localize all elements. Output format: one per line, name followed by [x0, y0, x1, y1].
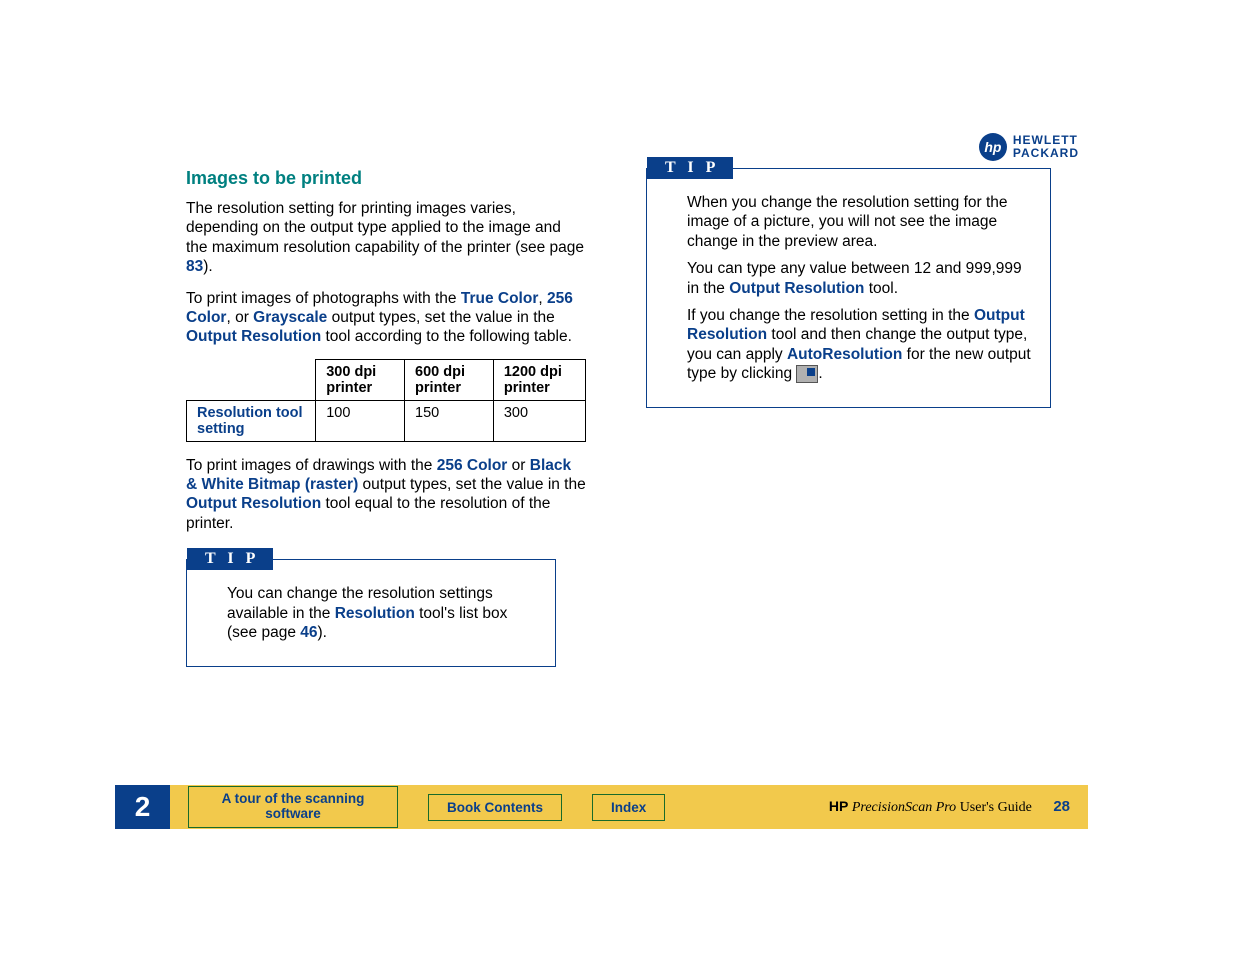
hp-logo-text: HEWLETT PACKARD	[1013, 134, 1079, 160]
link-grayscale[interactable]: Grayscale	[253, 309, 327, 326]
btn-tour-scanning-software[interactable]: A tour of the scanning software	[188, 786, 398, 828]
p1-text-a: The resolution setting for printing imag…	[186, 200, 584, 256]
link-256-color-2[interactable]: 256 Color	[437, 457, 508, 474]
footer-bar: 2 A tour of the scanning software Book C…	[115, 785, 1088, 829]
tip2-p3-d: .	[818, 365, 822, 382]
page-number: 28	[1053, 798, 1070, 815]
btn-book-contents[interactable]: Book Contents	[428, 794, 562, 821]
hp-logo-mark: hp	[979, 133, 1007, 161]
p3-b: output types, set the value in the	[358, 476, 585, 493]
section-heading: Images to be printed	[186, 168, 586, 189]
p2-a: To print images of photographs with the	[186, 290, 461, 307]
table-empty-corner	[187, 359, 316, 400]
paragraph-intro: The resolution setting for printing imag…	[186, 199, 586, 277]
tip-label: T I P	[187, 548, 273, 570]
tip-box-left: T I P You can change the resolution sett…	[186, 559, 556, 667]
resolution-table: 300 dpi printer 600 dpi printer 1200 dpi…	[186, 359, 586, 442]
tip1-text: You can change the resolution settings a…	[227, 584, 537, 642]
col-600dpi: 600 dpi printer	[405, 359, 494, 400]
tip-label-2: T I P	[647, 157, 733, 179]
paragraph-photos: To print images of photographs with the …	[186, 289, 586, 347]
link-true-color[interactable]: True Color	[461, 290, 539, 307]
cell-100: 100	[316, 400, 405, 441]
cell-150: 150	[405, 400, 494, 441]
logo-line2: PACKARD	[1013, 147, 1079, 160]
p2-b: output types, set the value in the	[327, 309, 554, 326]
p2-c: tool according to the following table.	[321, 328, 572, 345]
p1-text-b: ).	[203, 258, 212, 275]
chapter-number: 2	[115, 785, 170, 829]
page-link-46[interactable]: 46	[300, 624, 317, 641]
link-output-resolution-3[interactable]: Output Resolution	[729, 280, 864, 297]
footer-title: HP PrecisionScan Pro User's Guide 28	[829, 798, 1070, 816]
tip2-p1: When you change the resolution setting f…	[687, 193, 1032, 251]
tip2-p2-b: tool.	[864, 280, 898, 297]
link-output-resolution-2[interactable]: Output Resolution	[186, 495, 321, 512]
cell-300: 300	[493, 400, 585, 441]
tip2-p3-a: If you change the resolution setting in …	[687, 307, 974, 324]
tip1-c: ).	[318, 624, 327, 641]
tip2-p3: If you change the resolution setting in …	[687, 306, 1032, 384]
link-autoresolution[interactable]: AutoResolution	[787, 346, 902, 363]
hp-logo: hp HEWLETT PACKARD	[979, 133, 1079, 161]
autoresolution-icon[interactable]	[796, 365, 818, 383]
table-row: Resolution tool setting 100 150 300	[187, 400, 586, 441]
paragraph-drawings: To print images of drawings with the 256…	[186, 456, 586, 534]
page-link-83[interactable]: 83	[186, 258, 203, 275]
p3-sep: or	[507, 457, 529, 474]
col-300dpi: 300 dpi printer	[316, 359, 405, 400]
tip-box-right: T I P When you change the resolution set…	[646, 168, 1051, 408]
footer-product: PrecisionScan Pro	[852, 800, 956, 815]
p2-sep1: ,	[538, 290, 547, 307]
link-output-resolution-1[interactable]: Output Resolution	[186, 328, 321, 345]
tip2-p2: You can type any value between 12 and 99…	[687, 259, 1032, 298]
footer-guide: User's Guide	[956, 800, 1032, 815]
link-resolution-tool[interactable]: Resolution	[335, 605, 415, 622]
row-head-resolution: Resolution tool setting	[187, 400, 316, 441]
btn-index[interactable]: Index	[592, 794, 665, 821]
p2-sep2: , or	[226, 309, 253, 326]
p3-a: To print images of drawings with the	[186, 457, 437, 474]
col-1200dpi: 1200 dpi printer	[493, 359, 585, 400]
footer-hp: HP	[829, 798, 848, 814]
